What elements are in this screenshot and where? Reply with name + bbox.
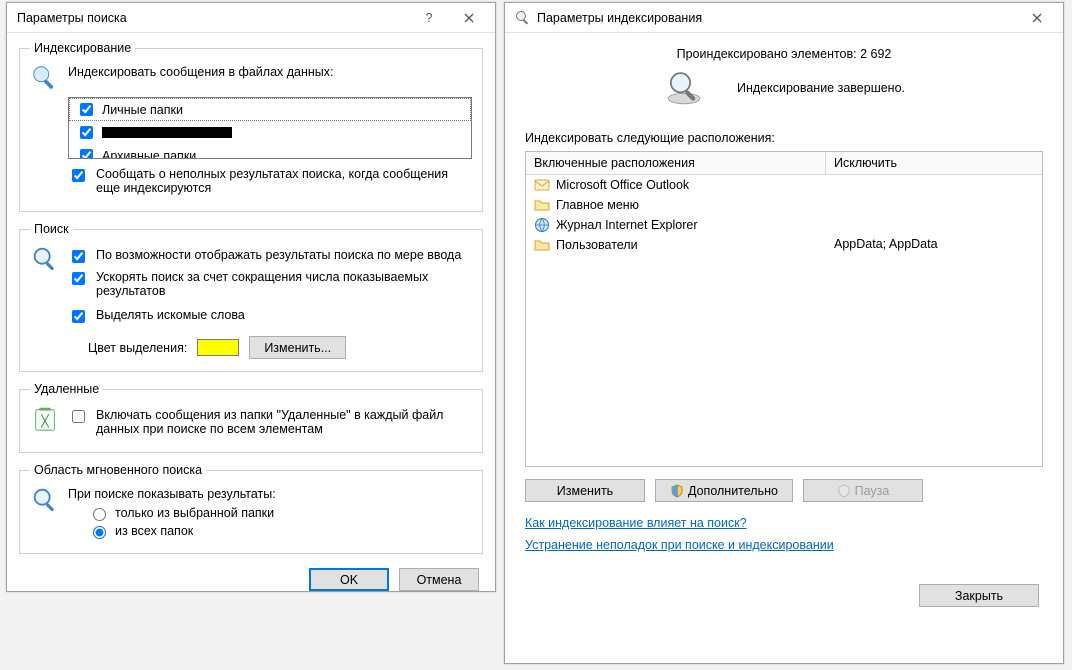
- notify-incomplete-checkbox[interactable]: [72, 169, 85, 182]
- location-name: Журнал Internet Explorer: [556, 218, 698, 232]
- location-name: Главное меню: [556, 198, 639, 212]
- list-item[interactable]: Архивные папки: [69, 144, 471, 159]
- folder-icon: [534, 237, 550, 253]
- list-item-checkbox[interactable]: [80, 103, 93, 116]
- data-files-listbox[interactable]: Личные папки Архивные папки: [68, 97, 472, 159]
- as-you-type-checkbox[interactable]: [72, 250, 85, 263]
- highlight-color-label: Цвет выделения:: [88, 341, 187, 355]
- pause-button-label: Пауза: [855, 484, 890, 498]
- as-you-type-label: По возможности отображать результаты пои…: [96, 248, 461, 262]
- indexing-app-icon: [515, 10, 531, 26]
- outlook-icon: [534, 177, 550, 193]
- deleted-legend: Удаленные: [30, 382, 103, 396]
- scope-legend: Область мгновенного поиска: [30, 463, 206, 477]
- recycle-bin-icon: [30, 404, 60, 434]
- cancel-button[interactable]: Отмена: [399, 568, 479, 591]
- titlebar: Параметры поиска ?: [7, 3, 495, 33]
- location-exclude: [826, 175, 1042, 195]
- search-legend: Поиск: [30, 222, 73, 236]
- indexing-label: Индексировать сообщения в файлах данных:: [68, 63, 334, 79]
- dialog-title: Параметры поиска: [17, 11, 127, 25]
- indexing-status-label: Индексирование завершено.: [737, 81, 905, 95]
- indexing-status-icon: [663, 67, 705, 109]
- list-item[interactable]: [69, 121, 471, 144]
- indexing-group: Индексирование Индексировать сообщения в…: [19, 41, 483, 212]
- how-indexing-affects-search-link[interactable]: Как индексирование влияет на поиск?: [525, 516, 747, 530]
- troubleshoot-link[interactable]: Устранение неполадок при поиске и индекс…: [525, 538, 834, 552]
- include-deleted-label: Включать сообщения из папки "Удаленные" …: [96, 408, 472, 436]
- close-icon[interactable]: [1017, 4, 1057, 32]
- deleted-group: Удаленные Включать сообщения из папки "У…: [19, 382, 483, 453]
- location-name: Microsoft Office Outlook: [556, 178, 689, 192]
- scope-search-icon: [30, 485, 60, 515]
- indexing-icon: [30, 63, 60, 93]
- dialog-title: Параметры индексирования: [537, 11, 702, 25]
- ok-button[interactable]: OK: [309, 568, 389, 591]
- indexed-count-label: Проиндексировано элементов: 2 692: [519, 47, 1049, 61]
- location-row[interactable]: Пользователи AppData; AppData: [526, 235, 1042, 255]
- include-deleted-checkbox[interactable]: [72, 410, 85, 423]
- close-button[interactable]: Закрыть: [919, 584, 1039, 607]
- list-item-checkbox[interactable]: [80, 126, 93, 139]
- shield-icon: [837, 484, 851, 498]
- search-group: Поиск По возможности отображать результа…: [19, 222, 483, 372]
- location-name: Пользователи: [556, 238, 638, 252]
- column-included[interactable]: Включенные расположения: [526, 152, 826, 174]
- scope-all-folders-radio[interactable]: [93, 526, 106, 539]
- location-row[interactable]: Microsoft Office Outlook: [526, 175, 1042, 195]
- list-item-label: Личные папки: [102, 103, 183, 117]
- scope-all-folders-label: из всех папок: [115, 524, 193, 538]
- location-exclude: [826, 215, 1042, 235]
- scope-current-folder-radio[interactable]: [93, 508, 106, 521]
- location-exclude: AppData; AppData: [826, 235, 1042, 255]
- highlight-checkbox[interactable]: [72, 310, 85, 323]
- list-item-label: Архивные папки: [102, 149, 196, 160]
- shield-icon: [670, 484, 684, 498]
- locations-header: Включенные расположения Исключить: [526, 152, 1042, 175]
- advanced-button[interactable]: Дополнительно: [655, 479, 793, 502]
- highlight-label: Выделять искомые слова: [96, 308, 245, 322]
- indexing-legend: Индексирование: [30, 41, 135, 55]
- scope-label: При поиске показывать результаты:: [68, 485, 472, 501]
- modify-button[interactable]: Изменить: [525, 479, 645, 502]
- notify-incomplete-label: Сообщать о неполных результатах поиска, …: [96, 167, 472, 195]
- list-item-label-redacted: [102, 127, 232, 138]
- indexing-options-dialog: Параметры индексирования Проиндексирован…: [504, 2, 1064, 664]
- location-row[interactable]: Журнал Internet Explorer: [526, 215, 1042, 235]
- list-item[interactable]: Личные папки: [69, 98, 471, 121]
- help-button[interactable]: ?: [409, 4, 449, 32]
- pause-button: Пауза: [803, 479, 923, 502]
- speed-up-checkbox[interactable]: [72, 272, 85, 285]
- scope-current-folder-label: только из выбранной папки: [115, 506, 274, 520]
- advanced-button-label: Дополнительно: [688, 484, 778, 498]
- speed-up-label: Ускорять поиск за счет сокращения числа …: [96, 270, 472, 298]
- search-icon: [30, 244, 60, 274]
- titlebar: Параметры индексирования: [505, 3, 1063, 33]
- search-options-dialog: Параметры поиска ? Индексирование Индекс…: [6, 2, 496, 592]
- folder-icon: [534, 197, 550, 213]
- list-item-checkbox[interactable]: [80, 149, 93, 159]
- locations-listbox: Включенные расположения Исключить Micros…: [525, 151, 1043, 467]
- scope-group: Область мгновенного поиска При поиске по…: [19, 463, 483, 554]
- location-row[interactable]: Главное меню: [526, 195, 1042, 215]
- location-exclude: [826, 195, 1042, 215]
- column-exclude[interactable]: Исключить: [826, 152, 1042, 174]
- ie-icon: [534, 217, 550, 233]
- highlight-color-swatch: [197, 339, 239, 356]
- change-color-button[interactable]: Изменить...: [249, 336, 346, 359]
- close-icon[interactable]: [449, 4, 489, 32]
- locations-label: Индексировать следующие расположения:: [525, 131, 1049, 145]
